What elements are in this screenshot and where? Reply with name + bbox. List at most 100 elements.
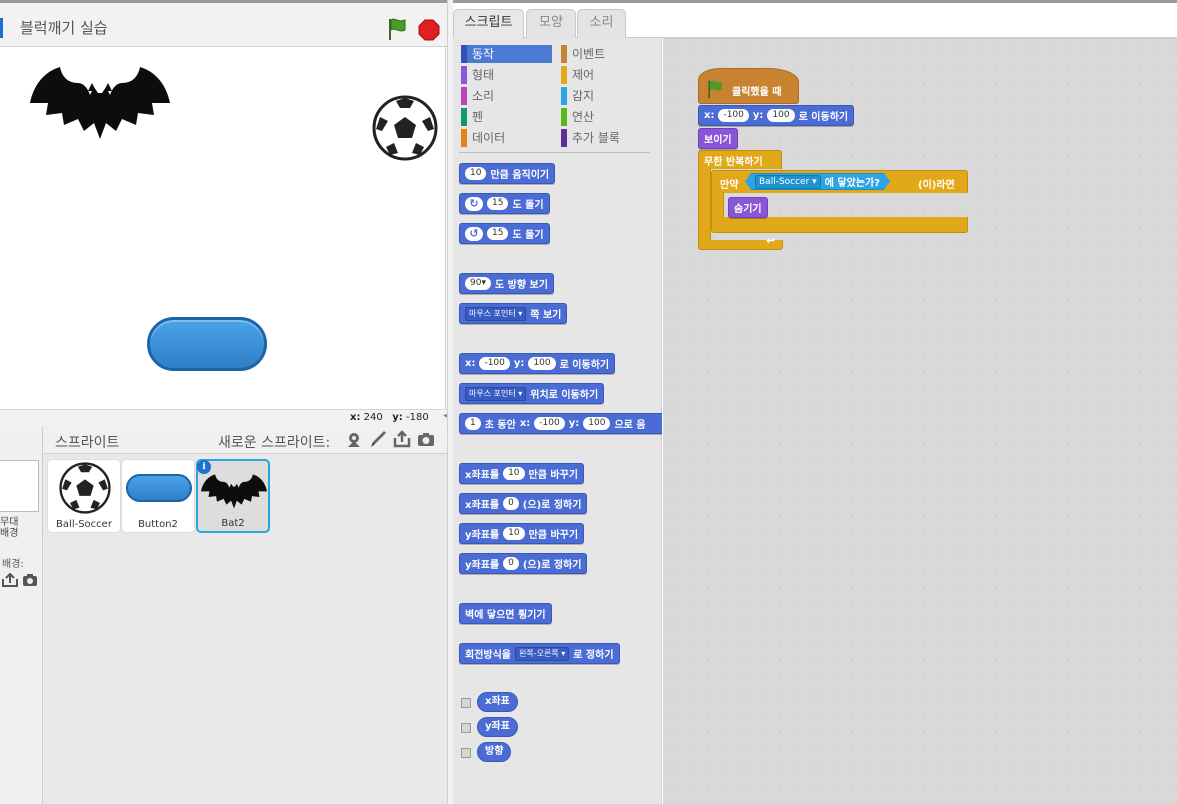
if-block-arm[interactable]	[711, 192, 724, 218]
camera-icon[interactable]	[417, 430, 435, 448]
category-label: 이벤트	[572, 47, 606, 61]
button-icon	[126, 474, 192, 502]
block-turn-right[interactable]: ↻ 15 도 돌기	[459, 193, 550, 214]
block-input[interactable]: 100	[583, 417, 611, 430]
block-text: 회전방식을	[465, 650, 511, 661]
block-text: 숨기기	[734, 204, 762, 215]
reporter-direction[interactable]: 방향	[477, 742, 512, 762]
tab-sounds[interactable]: 소리	[577, 9, 626, 39]
camera-icon[interactable]	[22, 573, 38, 587]
block-text: x좌표를	[465, 470, 500, 481]
script-hide[interactable]: 숨기기	[728, 197, 768, 218]
block-goto-target[interactable]: 마우스 포인터 ▾ 위치로 이동하기	[459, 383, 605, 404]
block-set-y[interactable]: y좌표를 0 (으)로 정하기	[459, 553, 588, 574]
category-sensing[interactable]: 감지	[561, 87, 652, 105]
hat-text: 클릭했을 때	[732, 87, 782, 98]
category-control[interactable]: 제어	[561, 66, 652, 84]
block-text: 쪽 보기	[530, 310, 562, 321]
category-events[interactable]: 이벤트	[561, 45, 652, 63]
category-looks[interactable]: 형태	[461, 66, 552, 84]
x-coord-label: x:	[350, 412, 361, 423]
block-point-towards[interactable]: 마우스 포인터 ▾ 쪽 보기	[459, 303, 568, 324]
sprite-thumb-button2[interactable]: Button2	[121, 459, 195, 533]
block-input[interactable]: 100	[767, 109, 795, 122]
button-sprite[interactable]	[147, 317, 267, 371]
mouse-coordinates: x: 240 y: -180	[0, 409, 447, 427]
forever-block-arm[interactable]	[698, 168, 711, 242]
tab-scripts[interactable]: 스크립트	[453, 9, 524, 40]
direction-value: 90	[470, 278, 482, 288]
block-input[interactable]: -100	[718, 109, 749, 122]
scripts-area[interactable]: 클릭했을 때 x: -100 y: 100 로 이동하기 보이기 무한 반복하기 ↩ 만…	[663, 38, 1177, 804]
block-input[interactable]: -100	[479, 357, 510, 370]
block-input[interactable]: 10	[465, 167, 487, 180]
block-input[interactable]: 0	[503, 557, 519, 570]
stop-sign-icon[interactable]	[418, 19, 440, 41]
block-turn-left[interactable]: ↺ 15 도 돌기	[459, 223, 550, 244]
block-set-x[interactable]: x좌표를 0 (으)로 정하기	[459, 493, 588, 514]
project-title[interactable]: 블럭깨기 실습	[20, 17, 108, 38]
block-rotation-style[interactable]: 회전방식을 왼쪽-오른쪽 ▾ 로 정하기	[459, 643, 620, 664]
dropdown-value: 마우스 포인터	[469, 308, 516, 318]
block-text: y:	[568, 418, 580, 429]
block-bounce[interactable]: 벽에 닿으면 튕기기	[459, 603, 552, 624]
block-input[interactable]: -100	[534, 417, 565, 430]
script-show[interactable]: 보이기	[698, 128, 738, 149]
when-flag-clicked-block[interactable]: 클릭했을 때	[698, 68, 799, 104]
category-data[interactable]: 데이터	[461, 129, 552, 147]
checkbox-y-position[interactable]	[461, 723, 471, 733]
category-swatch	[461, 66, 467, 84]
stage-thumbnail[interactable]	[0, 460, 39, 512]
reporter-y-position[interactable]: y좌표	[477, 717, 518, 737]
script-goto-xy[interactable]: x: -100 y: 100 로 이동하기	[698, 105, 855, 126]
block-change-x[interactable]: x좌표를 10 만큼 바꾸기	[459, 463, 584, 484]
block-input[interactable]: 0	[503, 497, 519, 510]
block-input[interactable]: 10	[503, 467, 525, 480]
soccer-ball-sprite[interactable]	[372, 95, 438, 161]
block-input[interactable]: 100	[528, 357, 556, 370]
reporter-x-position[interactable]: x좌표	[477, 692, 518, 712]
upload-icon[interactable]	[2, 573, 18, 587]
stage-canvas[interactable]	[0, 47, 446, 409]
category-operators[interactable]: 연산	[561, 108, 652, 126]
category-label: 동작	[472, 47, 495, 61]
block-input[interactable]: 10	[503, 527, 525, 540]
category-swatch	[561, 108, 567, 126]
info-icon[interactable]: i	[197, 460, 211, 474]
green-flag-icon[interactable]	[386, 17, 408, 41]
editor-tabs: 스크립트 모양 소리	[453, 3, 1177, 40]
bat-sprite[interactable]	[28, 53, 172, 143]
block-input[interactable]: 1	[465, 417, 481, 430]
block-input[interactable]: 90▾	[465, 277, 491, 290]
category-more-blocks[interactable]: 추가 블록	[561, 129, 652, 147]
touching-condition[interactable]: Ball-Soccer ▾ 에 닿았는가?	[745, 173, 890, 190]
block-dropdown[interactable]: 왼쪽-오른쪽 ▾	[515, 646, 570, 661]
block-dropdown[interactable]: 마우스 포인터 ▾	[465, 306, 527, 321]
sprite-thumb-ball-soccer[interactable]: Ball-Soccer	[47, 459, 121, 533]
category-sound[interactable]: 소리	[461, 87, 552, 105]
block-text: y좌표를	[465, 560, 500, 571]
checkbox-direction[interactable]	[461, 748, 471, 758]
upload-icon[interactable]	[393, 430, 411, 448]
choose-from-library-icon[interactable]	[345, 430, 363, 448]
block-dropdown[interactable]: 마우스 포인터 ▾	[465, 386, 527, 401]
block-text: x:	[465, 358, 476, 369]
stage-pane: 무대 배경 배경:	[0, 427, 43, 804]
block-change-y[interactable]: y좌표를 10 만큼 바꾸기	[459, 523, 585, 544]
block-goto-xy[interactable]: x: -100 y: 100 로 이동하기	[459, 353, 616, 374]
if-block-bottom[interactable]	[711, 217, 968, 233]
block-text: (으)로 정하기	[522, 560, 582, 571]
block-glide[interactable]: 1초 동안 x: -100 y: 100 으로 움	[459, 413, 662, 434]
block-move-steps[interactable]: 10 만큼 움직이기	[459, 163, 556, 184]
touching-target: Ball-Soccer	[759, 176, 810, 187]
category-pen[interactable]: 펜	[461, 108, 552, 126]
category-motion[interactable]: 동작	[461, 45, 552, 63]
sprite-thumb-bat2[interactable]: i Bat2	[196, 459, 270, 533]
checkbox-x-position[interactable]	[461, 698, 471, 708]
block-dropdown[interactable]: Ball-Soccer ▾	[755, 175, 821, 189]
block-point-direction[interactable]: 90▾ 도 방향 보기	[459, 273, 554, 294]
block-input[interactable]: 15	[487, 197, 509, 210]
tab-costumes[interactable]: 모양	[526, 9, 576, 39]
block-input[interactable]: 15	[487, 227, 509, 240]
paint-brush-icon[interactable]	[369, 430, 387, 448]
